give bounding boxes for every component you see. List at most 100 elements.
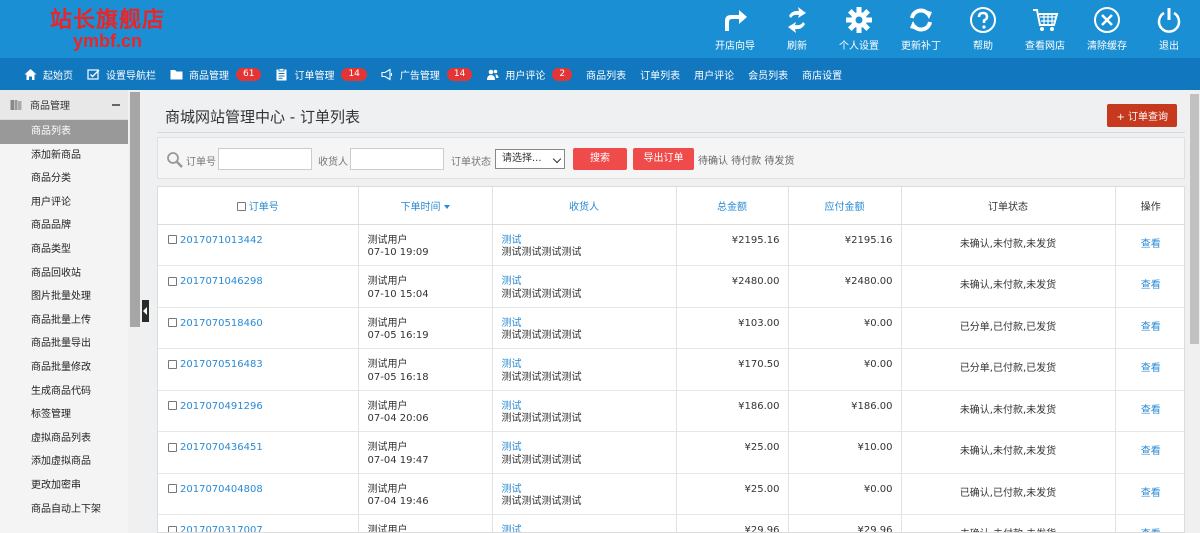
sidebar-item[interactable]: 商品批量上传: [0, 309, 128, 333]
refresh-button[interactable]: 刷新: [766, 0, 828, 58]
consignee-name[interactable]: 测试: [502, 359, 676, 372]
row-checkbox[interactable]: [168, 276, 177, 286]
table-row: 2017070516483 测试用户 07-05 16:18 测试 测试测试测试测试 ¥1…: [158, 348, 1184, 391]
nav-item-label: 用户评论: [694, 70, 735, 82]
row-checkbox[interactable]: [168, 525, 177, 532]
sidebar-item[interactable]: 生成商品代码: [0, 380, 128, 404]
cell-order-no: 2017070518460: [158, 307, 359, 349]
export-orders-button[interactable]: 导出订单: [633, 148, 694, 170]
sidebar-item[interactable]: 商品分类: [0, 167, 128, 191]
main-scrollbar[interactable]: [1189, 90, 1200, 533]
sidebar-item[interactable]: 添加虚拟商品: [0, 450, 128, 474]
order-no-link[interactable]: 2017070491296: [180, 401, 263, 412]
row-checkbox[interactable]: [168, 442, 177, 452]
sidebar-section-header[interactable]: 商品管理: [0, 90, 128, 120]
view-order-link[interactable]: 查看: [1115, 348, 1184, 391]
order-no-link[interactable]: 2017071013442: [180, 235, 263, 246]
col-header-time[interactable]: 下单时间: [358, 187, 493, 225]
nav-item-orders[interactable]: 订单管理 14: [275, 67, 367, 82]
sidebar-item[interactable]: 用户评论: [0, 191, 128, 215]
order-status-select[interactable]: 请选择...: [495, 149, 565, 169]
view-order-link[interactable]: 查看: [1115, 473, 1184, 515]
order-no-link[interactable]: 2017070436451: [180, 442, 263, 453]
sidebar: 商品管理 商品列表 添加新商品 商品分类 用户评论 商品品牌 商品类型 商品回收站 图片批量处…: [0, 90, 142, 533]
nav-item-label: 订单管理: [294, 70, 335, 82]
select-value: 请选择...: [502, 153, 542, 164]
col-header-label: 订单状态: [988, 201, 1028, 213]
sidebar-item[interactable]: 图片批量处理: [0, 285, 128, 309]
nav-item-goods-list[interactable]: 商品列表: [586, 67, 626, 82]
nav-item-member-list[interactable]: 会员列表: [748, 67, 788, 82]
order-query-button[interactable]: + 订单查询: [1107, 104, 1177, 127]
sidebar-item[interactable]: 商品类型: [0, 238, 128, 262]
view-order-link[interactable]: 查看: [1115, 514, 1184, 532]
col-header-payable[interactable]: 应付金额: [788, 187, 902, 225]
sidebar-toggle-button[interactable]: [142, 300, 149, 322]
col-header-consignee[interactable]: 收货人: [492, 187, 677, 225]
select-all-checkbox[interactable]: [236, 202, 246, 212]
view-order-link[interactable]: 查看: [1115, 390, 1184, 432]
personal-settings-button[interactable]: 个人设置: [828, 0, 890, 58]
clear-cache-button[interactable]: 清除缓存: [1076, 0, 1138, 58]
consignee-name[interactable]: 测试: [502, 525, 676, 532]
nav-item-home[interactable]: 起始页: [24, 67, 73, 82]
page-title: 商城网站管理中心 - 订单列表: [165, 108, 360, 126]
consignee-name[interactable]: 测试: [502, 442, 676, 455]
quick-status-filters[interactable]: 待确认 待付款 待发货: [698, 152, 794, 167]
consignee-name[interactable]: 测试: [502, 235, 676, 248]
help-button[interactable]: 帮助: [952, 0, 1014, 58]
collapse-icon[interactable]: [112, 103, 120, 106]
sidebar-item[interactable]: 商品批量导出: [0, 332, 128, 356]
search-button[interactable]: 搜索: [573, 148, 627, 170]
consignee-input[interactable]: [350, 148, 444, 170]
row-checkbox[interactable]: [168, 401, 177, 410]
sidebar-item[interactable]: 添加新商品: [0, 144, 128, 168]
cell-time: 测试用户: [358, 514, 493, 532]
nav-item-ads[interactable]: 广告管理 14: [381, 67, 473, 82]
nav-item-goods[interactable]: 商品管理 61: [170, 67, 262, 82]
order-no-link[interactable]: 2017071046298: [180, 276, 263, 287]
nav-item-set-nav[interactable]: 设置导航栏: [87, 67, 156, 82]
sidebar-item[interactable]: 商品自动上下架: [0, 498, 128, 522]
order-no-link[interactable]: 2017070317007: [180, 525, 263, 532]
order-no-input[interactable]: [218, 148, 312, 170]
order-no-link[interactable]: 2017070518460: [180, 318, 263, 329]
sidebar-scrollbar[interactable]: [128, 90, 142, 533]
nav-item-user-comments[interactable]: 用户评论: [694, 67, 734, 82]
sidebar-item[interactable]: 更改加密串: [0, 474, 128, 498]
view-order-link[interactable]: 查看: [1115, 307, 1184, 349]
consignee-name[interactable]: 测试: [502, 318, 676, 331]
sidebar-item[interactable]: 虚拟商品列表: [0, 427, 128, 451]
sidebar-item[interactable]: 商品品牌: [0, 214, 128, 238]
scrollbar-thumb[interactable]: [130, 92, 140, 327]
scrollbar-thumb[interactable]: [1190, 94, 1199, 344]
row-checkbox[interactable]: [168, 484, 177, 493]
order-no-link[interactable]: 2017070516483: [180, 359, 263, 370]
cell-time: 测试用户 07-05 16:19: [358, 307, 493, 349]
view-shop-button[interactable]: 查看网店: [1014, 0, 1076, 58]
consignee-name[interactable]: 测试: [502, 401, 676, 414]
view-order-link[interactable]: 查看: [1115, 224, 1184, 266]
consignee-name[interactable]: 测试: [502, 276, 676, 289]
logout-button[interactable]: 退出: [1138, 0, 1200, 58]
view-order-link[interactable]: 查看: [1115, 431, 1184, 474]
order-no-link[interactable]: 2017070404808: [180, 484, 263, 495]
open-shop-guide-button[interactable]: 开店向导: [704, 0, 766, 58]
update-patch-button[interactable]: 更新补丁: [890, 0, 952, 58]
site-logo[interactable]: 站长旗舰店 ymbf.cn: [50, 8, 165, 50]
row-checkbox[interactable]: [168, 235, 177, 244]
sidebar-item[interactable]: 标签管理: [0, 403, 128, 427]
col-header-total[interactable]: 总金额: [676, 187, 789, 225]
nav-item-comments[interactable]: 用户评论 2: [486, 67, 573, 82]
col-header-order-no[interactable]: 订单号: [158, 187, 359, 225]
consignee-name[interactable]: 测试: [502, 484, 676, 497]
sidebar-item[interactable]: 商品列表: [0, 120, 128, 144]
row-checkbox[interactable]: [168, 318, 177, 327]
sidebar-item[interactable]: 商品回收站: [0, 262, 128, 286]
row-checkbox[interactable]: [168, 359, 177, 369]
sidebar-item[interactable]: 商品批量修改: [0, 356, 128, 380]
nav-item-shop-settings[interactable]: 商店设置: [802, 67, 842, 82]
nav-item-order-list[interactable]: 订单列表: [640, 67, 680, 82]
nav-item-label: 商品管理: [189, 70, 229, 82]
view-order-link[interactable]: 查看: [1115, 265, 1184, 308]
